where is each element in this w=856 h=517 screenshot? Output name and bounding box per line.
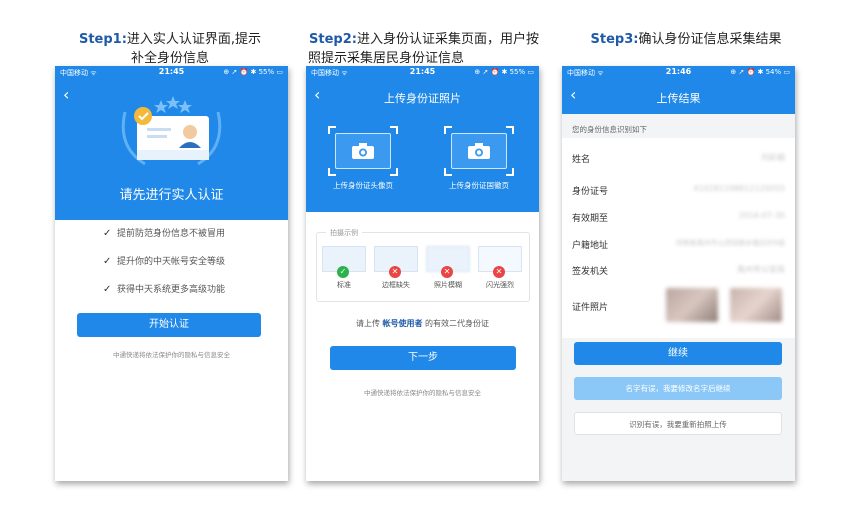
step3-label: Step3: xyxy=(590,32,639,47)
field-label: 有效期至 xyxy=(572,214,609,224)
battery-status: ⊕ ➚ ⏰ ✱ 55% ▭ xyxy=(223,68,283,76)
reupload-button[interactable]: 识别有误，我要重新拍照上传 xyxy=(574,412,782,435)
phone-screen-1: 中国移动 ᯤ 21:45 ⊕ ➚ ⏰ ✱ 55% ▭ ‹ 请先进行实人认证 ✓ 提… xyxy=(55,66,288,481)
result-body: 您的身份信息识别如下 姓名 刘彩娟 身份证号 41028119881212005… xyxy=(562,114,795,481)
field-name: 姓名 刘彩娟 xyxy=(562,144,795,170)
status-bar: 中国移动 ᯤ 21:46 ⊕ ➚ ⏰ ✱ 54% ▭ xyxy=(562,66,795,80)
checkmark-icon: ✓ xyxy=(103,284,112,295)
battery-status: ⊕ ➚ ⏰ ✱ 54% ▭ xyxy=(730,68,790,76)
next-step-button[interactable]: 下一步 xyxy=(330,346,516,370)
checkmark-icon: ✓ xyxy=(103,256,112,267)
page-title: 上传身份证照片 xyxy=(384,92,461,105)
field-label: 签发机关 xyxy=(572,267,609,277)
hint-account: 帐号使用者 xyxy=(382,319,423,328)
error-cross-icon: ✕ xyxy=(389,266,401,278)
upload-front-card[interactable] xyxy=(328,126,398,176)
continue-button[interactable]: 继续 xyxy=(574,342,782,365)
back-caption: 上传身份证国徽页 xyxy=(449,181,509,190)
field-issuer: 签发机关 禹州市公安局 xyxy=(562,256,795,282)
benefit-item: ✓ 提升你的中天帐号安全等级 xyxy=(103,254,225,267)
checkmark-icon: ✓ xyxy=(103,228,112,239)
sample-standard: ✓ 标准 xyxy=(322,246,366,290)
front-caption: 上传身份证头像页 xyxy=(333,181,393,190)
privacy-footer: 中通快递将依法保护你的隐私与信息安全 xyxy=(113,351,230,359)
camera-icon xyxy=(352,143,374,159)
upload-hint: 请上传 帐号使用者 的有效二代身份证 xyxy=(306,318,539,329)
field-expiry: 有效期至 2016-07-30 xyxy=(562,203,795,229)
benefit-item: ✓ 获得中天系统更多高级功能 xyxy=(103,282,225,295)
step1-title: Step1:进入实人认证界面,提示 补全身份信息 xyxy=(70,30,270,68)
benefit-text: 提升你的中天帐号安全等级 xyxy=(117,257,226,267)
sample-missing-border: ✕ 边框缺失 xyxy=(374,246,418,290)
field-value: 河南省禹州市山货回族乡题庄村9组 xyxy=(675,239,785,247)
page-title: 上传结果 xyxy=(656,92,701,105)
field-value: 禹州市公安局 xyxy=(737,265,785,274)
upload-area: 上传身份证头像页 上传身份证国徽页 xyxy=(306,114,539,212)
id-badge-illustration-icon xyxy=(121,96,222,166)
field-address: 户籍地址 河南省禹州市山货回族乡题庄村9组 xyxy=(562,230,795,256)
field-label: 户籍地址 xyxy=(572,241,609,251)
field-value: 刘彩娟 xyxy=(761,153,785,162)
step1-text: 进入实人认证界面,提示 xyxy=(126,32,262,47)
privacy-footer: 中通快递将依法保护你的隐私与信息安全 xyxy=(364,389,481,397)
start-verification-button[interactable]: 开始认证 xyxy=(77,313,261,337)
field-label: 身份证号 xyxy=(572,187,609,197)
edit-name-button[interactable]: 名字有误，我要修改名字后继续 xyxy=(574,377,782,400)
hint-prefix: 请上传 xyxy=(355,319,380,328)
field-label: 姓名 xyxy=(572,155,591,165)
benefit-text: 提前防范身份信息不被冒用 xyxy=(117,229,226,239)
sample-label: 照片模糊 xyxy=(434,281,462,289)
battery-status: ⊕ ➚ ⏰ ✱ 55% ▭ xyxy=(474,68,534,76)
sample-label: 边框缺失 xyxy=(382,281,410,289)
hero-banner: 请先进行实人认证 xyxy=(55,96,288,220)
field-photos: 证件照片 xyxy=(562,284,795,328)
field-value: 2016-07-30 xyxy=(738,211,786,220)
hero-title: 请先进行实人认证 xyxy=(119,188,224,203)
status-bar: 中国移动 ᯤ 21:45 ⊕ ➚ ⏰ ✱ 55% ▭ xyxy=(306,66,539,80)
benefit-text: 获得中天系统更多高级功能 xyxy=(117,285,226,295)
sample-label: 闪光强烈 xyxy=(486,281,514,289)
field-value: 410281198812120055 xyxy=(693,184,785,193)
step1-label: Step1: xyxy=(78,32,127,47)
benefit-item: ✓ 提前防范身份信息不被冒用 xyxy=(103,226,225,239)
step2-text: 进入身份认证采集页面，用户按 xyxy=(356,32,539,47)
error-cross-icon: ✕ xyxy=(441,266,453,278)
field-id-number: 身份证号 410281198812120055 xyxy=(562,176,795,202)
phone-screen-3: 中国移动 ᯤ 21:46 ⊕ ➚ ⏰ ✱ 54% ▭ ‹ 上传结果 您的身份信息… xyxy=(562,66,795,481)
step3-title: Step3:确认身份证信息采集结果 xyxy=(570,30,802,49)
sample-flash-glare: ✕ 闪光强烈 xyxy=(478,246,522,290)
camera-icon xyxy=(468,143,490,159)
hint-suffix: 的有效二代身份证 xyxy=(425,319,490,328)
step2-label: Step2: xyxy=(309,32,357,47)
id-photo-back xyxy=(730,288,782,322)
sample-label: 标准 xyxy=(337,281,351,289)
status-bar: 中国移动 ᯤ 21:45 ⊕ ➚ ⏰ ✱ 55% ▭ xyxy=(55,66,288,80)
upload-back-card[interactable] xyxy=(444,126,514,176)
nav-bar: ‹ 上传身份证照片 xyxy=(306,80,539,114)
sample-title: 拍摄示例 xyxy=(326,228,362,238)
step2-title: Step2:进入身份认证采集页面，用户按 照提示采集居民身份证信息 xyxy=(300,30,548,68)
step3-text: 确认身份证信息采集结果 xyxy=(638,32,782,47)
phone-screen-2: 中国移动 ᯤ 21:45 ⊕ ➚ ⏰ ✱ 55% ▭ ‹ 上传身份证照片 上传身… xyxy=(306,66,539,481)
id-photo-front xyxy=(666,288,718,322)
error-cross-icon: ✕ xyxy=(493,266,505,278)
field-label: 证件照片 xyxy=(572,303,609,313)
sample-blurry: ✕ 照片模糊 xyxy=(426,246,470,290)
ok-check-icon: ✓ xyxy=(337,266,349,278)
nav-bar: ‹ 上传结果 xyxy=(562,80,795,114)
result-subtitle: 您的身份信息识别如下 xyxy=(572,125,647,134)
